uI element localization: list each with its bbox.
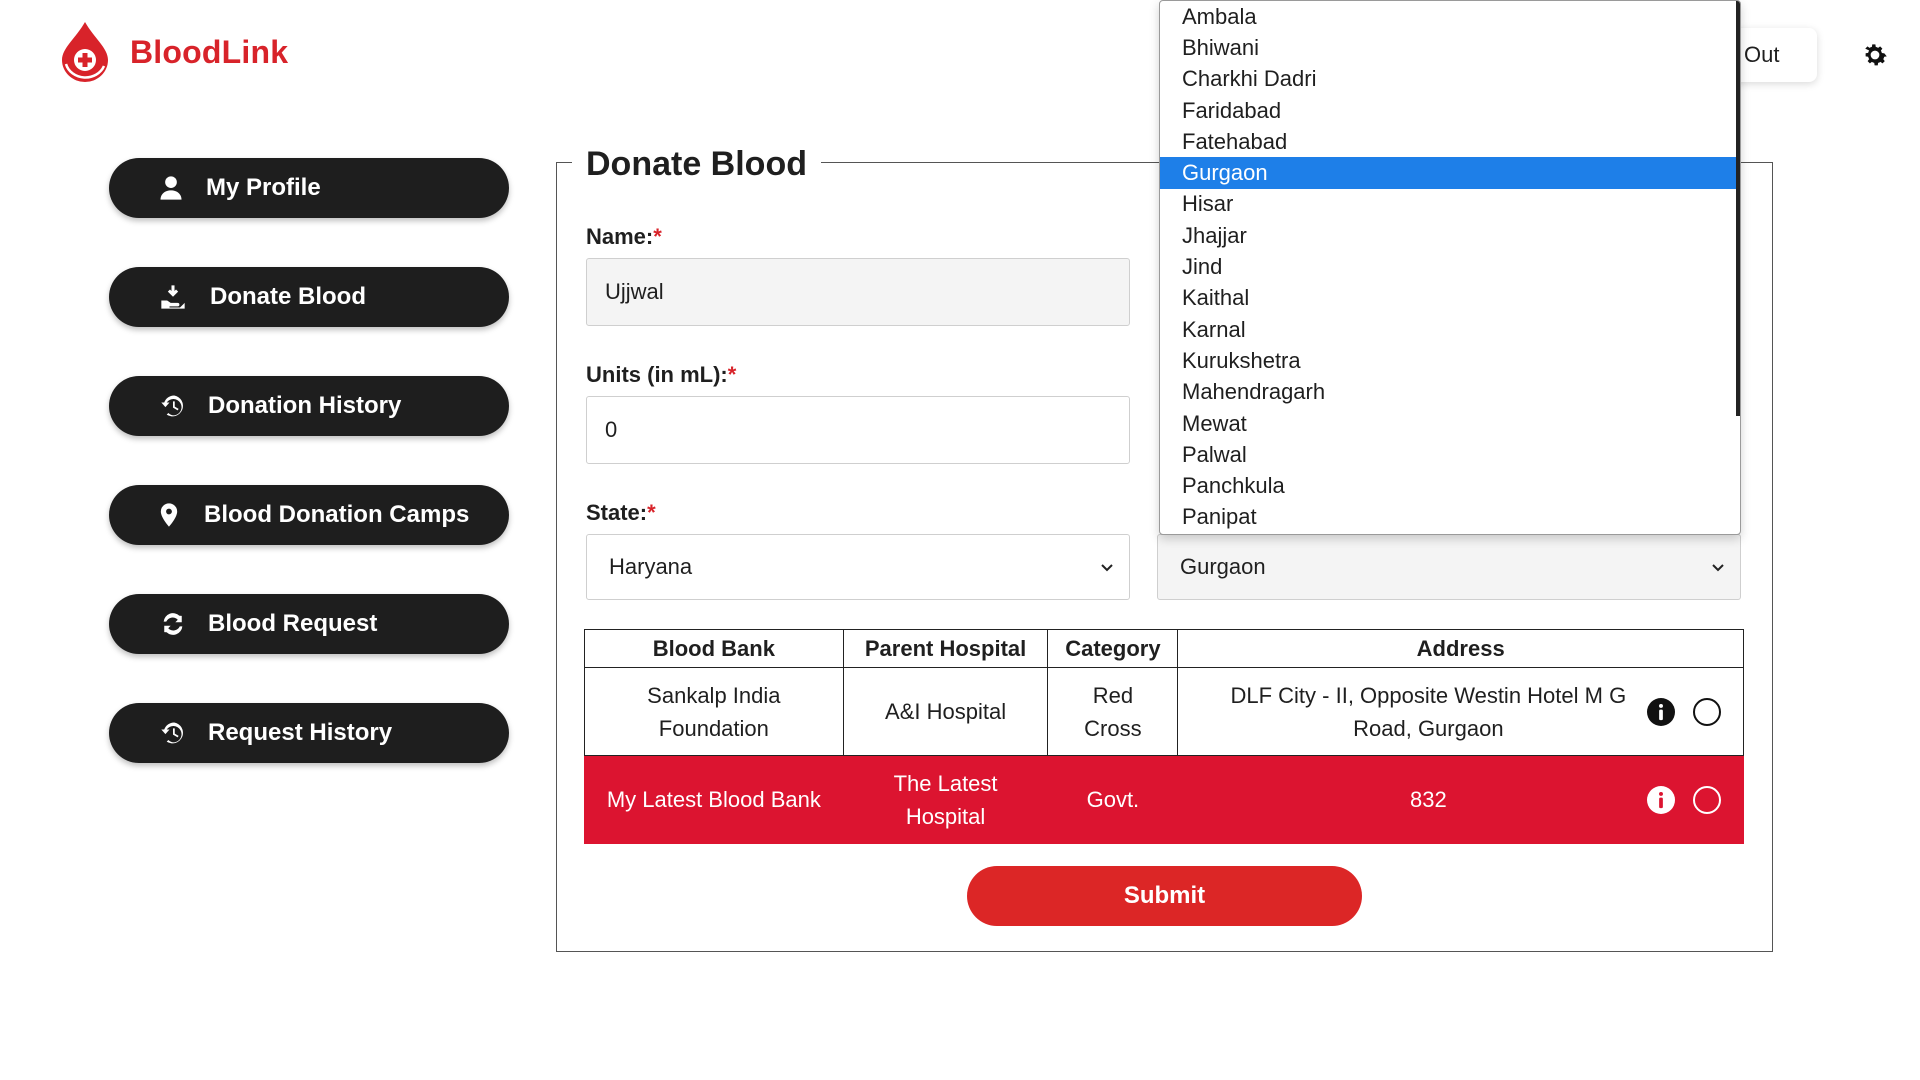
chevron-down-icon	[1712, 564, 1724, 572]
sidebar-item-label: Donate Blood	[210, 283, 366, 310]
column-header: Blood Bank	[584, 629, 844, 668]
cell-category: Red Cross	[1047, 667, 1179, 756]
sidebar-item-request-history[interactable]: Request History	[109, 703, 509, 763]
dropdown-option[interactable]: Fatehabad	[1160, 126, 1740, 157]
table-header-row: Blood Bank Parent Hospital Category Addr…	[584, 629, 1744, 668]
sidebar-item-label: Blood Donation Camps	[204, 501, 470, 528]
sidebar-item-label: Blood Request	[208, 610, 378, 637]
sidebar-item-label: Request History	[208, 719, 393, 746]
column-header: Address	[1177, 629, 1744, 668]
refresh-icon	[156, 607, 190, 641]
units-input[interactable]: 0	[586, 396, 1130, 464]
dropdown-option[interactable]: Charkhi Dadri	[1160, 64, 1740, 95]
dropdown-option[interactable]: Mahendragarh	[1160, 377, 1740, 408]
location-pin-icon	[152, 498, 186, 532]
dropdown-option[interactable]: Jind	[1160, 251, 1740, 282]
chevron-down-icon	[1101, 564, 1113, 572]
blood-bank-table: Blood Bank Parent Hospital Category Addr…	[584, 629, 1744, 844]
dropdown-option[interactable]: Kaithal	[1160, 283, 1740, 314]
gear-icon[interactable]	[1860, 40, 1890, 70]
state-label: State:*	[586, 500, 656, 525]
district-select[interactable]: Gurgaon	[1157, 534, 1741, 600]
info-icon[interactable]	[1647, 697, 1675, 726]
form-title: Donate Blood	[572, 145, 821, 184]
page: BloodLink Out My Profile Donate Blood Do…	[0, 0, 1920, 1080]
row-select-radio[interactable]	[1693, 785, 1721, 814]
cell-parent-hospital: A&I Hospital	[842, 667, 1049, 756]
dropdown-option[interactable]: Kurukshetra	[1160, 345, 1740, 376]
state-select-value: Haryana	[609, 554, 693, 579]
blood-drop-logo-icon	[62, 22, 108, 82]
dropdown-option[interactable]: Mewat	[1160, 408, 1740, 439]
sidebar-item-blood-donation-camps[interactable]: Blood Donation Camps	[109, 485, 509, 545]
submit-button[interactable]: Submit	[967, 866, 1362, 926]
app-name: BloodLink	[130, 33, 289, 70]
sidebar-item-donate-blood[interactable]: Donate Blood	[109, 267, 509, 327]
dropdown-option[interactable]: Karnal	[1160, 314, 1740, 345]
dropdown-option[interactable]: Bhiwani	[1160, 32, 1740, 63]
dropdown-option[interactable]: Palwal	[1160, 439, 1740, 470]
cell-parent-hospital: The Latest Hospital	[842, 755, 1049, 844]
name-input[interactable]: Ujjwal	[586, 258, 1130, 326]
state-select[interactable]: Haryana	[586, 534, 1130, 600]
app-logo[interactable]: BloodLink	[56, 20, 288, 84]
column-header: Category	[1047, 629, 1179, 668]
sidebar-item-label: My Profile	[206, 174, 321, 201]
history-icon	[156, 716, 190, 750]
dropdown-option[interactable]: Panipat	[1160, 502, 1740, 533]
sidebar-item-donation-history[interactable]: Donation History	[109, 376, 509, 436]
row-select-radio[interactable]	[1693, 697, 1721, 726]
units-label: Units (in mL):*	[586, 362, 737, 387]
table-row[interactable]: My Latest Blood Bank The Latest Hospital…	[584, 755, 1744, 844]
user-icon	[154, 171, 188, 205]
cell-address: DLF City - II, Opposite Westin Hotel M G…	[1177, 667, 1744, 756]
sidebar-item-blood-request[interactable]: Blood Request	[109, 594, 509, 654]
name-label: Name:*	[586, 224, 662, 249]
dropdown-option[interactable]: Hisar	[1160, 189, 1740, 220]
history-icon	[156, 389, 190, 423]
dropdown-option[interactable]: Panchkula	[1160, 470, 1740, 501]
column-header: Parent Hospital	[842, 629, 1049, 668]
dropdown-option[interactable]: Jhajjar	[1160, 220, 1740, 251]
table-row[interactable]: Sankalp India Foundation A&I Hospital Re…	[584, 667, 1744, 756]
sidebar-item-label: Donation History	[208, 392, 402, 419]
dropdown-option[interactable]: Faridabad	[1160, 95, 1740, 126]
cell-blood-bank: My Latest Blood Bank	[584, 755, 844, 844]
sidebar-item-my-profile[interactable]: My Profile	[109, 158, 509, 218]
dropdown-option[interactable]: Ambala	[1160, 1, 1740, 32]
cell-address: 832	[1177, 755, 1744, 844]
dropdown-option-highlighted[interactable]: Gurgaon	[1160, 157, 1740, 189]
cell-category: Govt.	[1047, 755, 1179, 844]
hand-donate-icon	[156, 280, 190, 314]
district-dropdown-list[interactable]: Ambala Bhiwani Charkhi Dadri Faridabad F…	[1159, 0, 1741, 535]
cell-blood-bank: Sankalp India Foundation	[584, 667, 844, 756]
dropdown-scrollbar[interactable]	[1736, 1, 1740, 416]
info-icon[interactable]	[1647, 785, 1675, 814]
district-select-value: Gurgaon	[1180, 554, 1266, 579]
